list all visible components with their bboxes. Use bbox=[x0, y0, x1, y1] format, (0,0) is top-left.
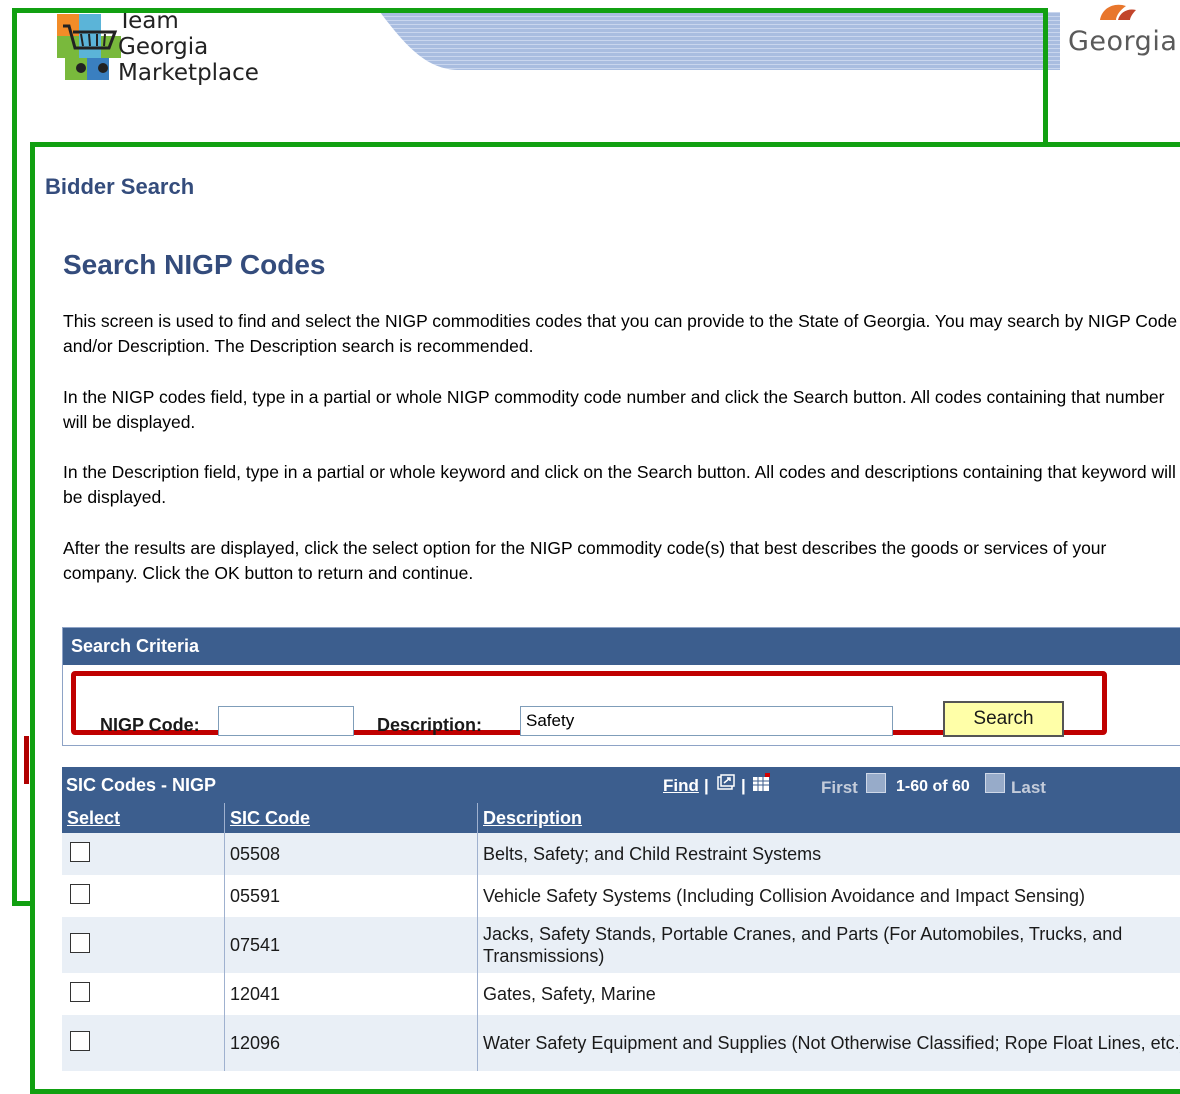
grid-column-headers: Select SIC Code Description bbox=[62, 803, 1180, 833]
table-row: 07541 Jacks, Safety Stands, Portable Cra… bbox=[62, 917, 1180, 973]
grid-title-row: SIC Codes - NIGP Find | | bbox=[62, 767, 1180, 803]
download-grid-icon[interactable] bbox=[751, 773, 771, 793]
sic-code-cell: 12041 bbox=[225, 973, 478, 1015]
select-checkbox[interactable] bbox=[70, 1031, 90, 1051]
table-row: 12041 Gates, Safety, Marine bbox=[62, 973, 1180, 1015]
sic-code-cell: 05508 bbox=[225, 833, 478, 875]
table-row: 05508 Belts, Safety; and Child Restraint… bbox=[62, 833, 1180, 875]
nav-separator: | bbox=[741, 776, 746, 796]
next-arrow-icon[interactable] bbox=[985, 773, 1005, 793]
select-checkbox[interactable] bbox=[70, 884, 90, 904]
search-criteria-header: Search Criteria bbox=[63, 628, 1180, 665]
sic-code-cell: 07541 bbox=[225, 917, 478, 973]
previous-arrow-icon[interactable] bbox=[866, 773, 886, 793]
table-row: 12096 Water Safety Equipment and Supplie… bbox=[62, 1015, 1180, 1071]
last-page-link[interactable]: Last bbox=[1011, 778, 1046, 798]
grid-title-cell: SIC Codes - NIGP Find | | bbox=[62, 767, 1180, 803]
search-button[interactable]: Search bbox=[943, 701, 1064, 737]
description-cell: Jacks, Safety Stands, Portable Cranes, a… bbox=[478, 917, 1180, 973]
description-cell: Gates, Safety, Marine bbox=[478, 973, 1180, 1015]
grid-navigation: Find | | bbox=[561, 767, 1180, 803]
select-cell bbox=[62, 1015, 225, 1071]
instruction-paragraph-2: In the NIGP codes field, type in a parti… bbox=[63, 385, 1180, 435]
callout-marker bbox=[24, 736, 29, 784]
description-cell: Water Safety Equipment and Supplies (Not… bbox=[478, 1015, 1180, 1071]
select-cell bbox=[62, 875, 225, 917]
description-cell: Vehicle Safety Systems (Including Collis… bbox=[478, 875, 1180, 917]
table-row: 05591 Vehicle Safety Systems (Including … bbox=[62, 875, 1180, 917]
select-checkbox[interactable] bbox=[70, 842, 90, 862]
description-column-header[interactable]: Description bbox=[478, 803, 1180, 833]
bidder-search-panel: Bidder Search Search NIGP Codes This scr… bbox=[30, 142, 1180, 1094]
row-range: 1-60 of 60 bbox=[896, 778, 970, 796]
sic-code-cell: 12096 bbox=[225, 1015, 478, 1071]
select-checkbox[interactable] bbox=[70, 933, 90, 953]
page-title: Search NIGP Codes bbox=[63, 249, 325, 281]
description-label: Description: bbox=[377, 715, 482, 736]
description-cell: Belts, Safety; and Child Restraint Syste… bbox=[478, 833, 1180, 875]
select-cell bbox=[62, 917, 225, 973]
sic-code-cell: 05591 bbox=[225, 875, 478, 917]
georgia-brand-icon bbox=[1090, 0, 1140, 20]
select-cell bbox=[62, 833, 225, 875]
search-criteria-box: Search Criteria NIGP Code: Description: … bbox=[62, 627, 1180, 746]
select-cell bbox=[62, 973, 225, 1015]
view-all-icon[interactable] bbox=[716, 773, 736, 793]
georgia-brand-text: Georgia bbox=[1068, 26, 1177, 57]
instruction-paragraph-4: After the results are displayed, click t… bbox=[63, 536, 1180, 586]
description-input[interactable] bbox=[520, 706, 893, 736]
select-checkbox[interactable] bbox=[70, 982, 90, 1002]
sic-codes-grid: SIC Codes - NIGP Find | | bbox=[62, 767, 1180, 1071]
nav-separator: | bbox=[704, 776, 709, 796]
nigp-code-label: NIGP Code: bbox=[100, 715, 200, 736]
section-title: Bidder Search bbox=[45, 174, 194, 200]
instruction-paragraph-3: In the Description field, type in a part… bbox=[63, 460, 1180, 510]
instruction-paragraph-1: This screen is used to find and select t… bbox=[63, 309, 1180, 359]
first-page-link[interactable]: First bbox=[821, 778, 858, 798]
nigp-code-input[interactable] bbox=[218, 706, 354, 736]
select-column-header[interactable]: Select bbox=[62, 803, 225, 833]
grid-title: SIC Codes - NIGP bbox=[66, 775, 216, 795]
find-link[interactable]: Find bbox=[663, 776, 699, 796]
sic-code-column-header[interactable]: SIC Code bbox=[225, 803, 478, 833]
